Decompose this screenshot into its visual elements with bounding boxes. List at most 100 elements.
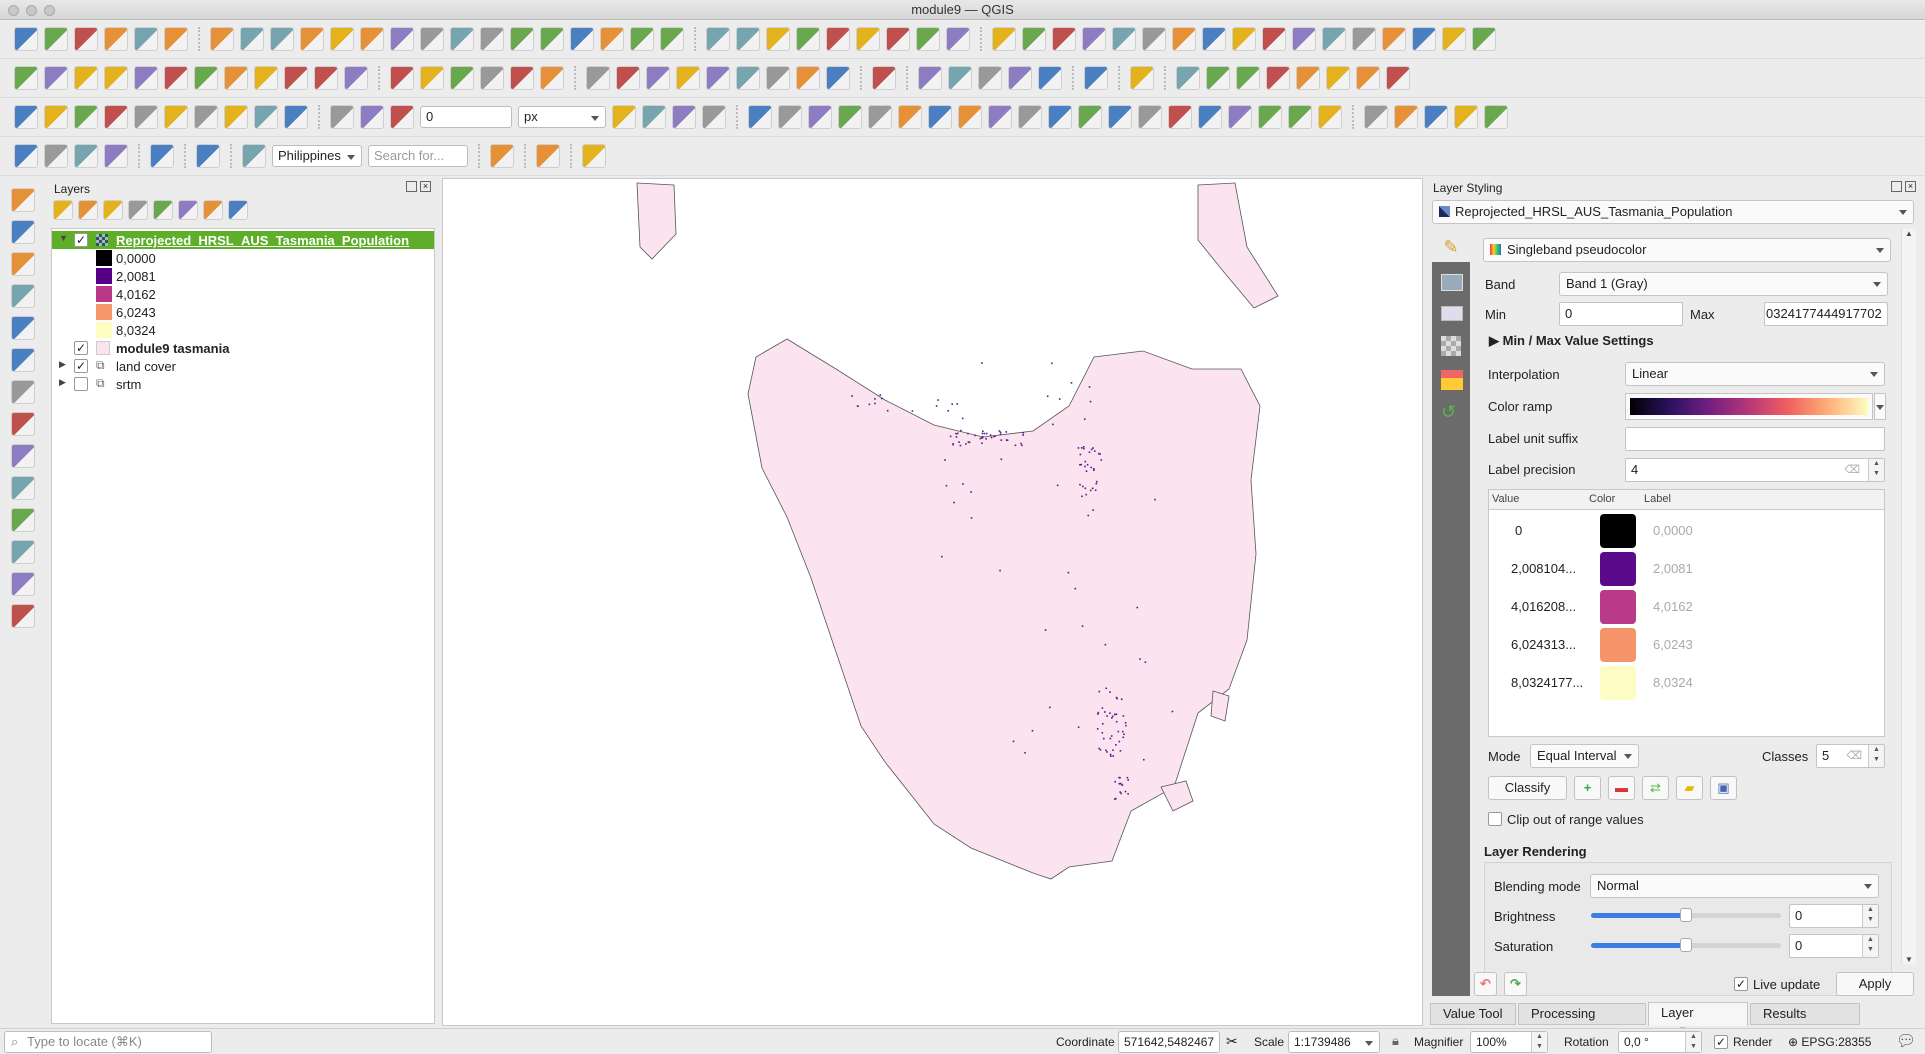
history-tab-icon[interactable]: ↺ bbox=[1441, 402, 1456, 423]
close-panel-icon[interactable]: × bbox=[1905, 181, 1916, 192]
digitize-13-icon[interactable] bbox=[1352, 27, 1376, 51]
pca-icon[interactable] bbox=[1168, 105, 1192, 129]
zoom-native-icon[interactable] bbox=[420, 27, 444, 51]
label-icon[interactable] bbox=[586, 66, 610, 90]
class-color-swatch[interactable] bbox=[1600, 552, 1636, 586]
snap-unit-select[interactable]: px bbox=[518, 106, 606, 128]
style-manager-icon[interactable] bbox=[164, 27, 188, 51]
load-colormap-button[interactable]: ▰ bbox=[1676, 776, 1703, 800]
crosshair-icon[interactable] bbox=[11, 604, 35, 628]
rendering-tab-icon[interactable] bbox=[1441, 336, 1461, 356]
deselect-icon[interactable] bbox=[44, 144, 68, 168]
add-virtual-icon[interactable] bbox=[11, 508, 35, 532]
table-row[interactable]: 2,008104... 2,0081 bbox=[1489, 550, 1884, 588]
print-layout-icon[interactable] bbox=[134, 27, 158, 51]
text-annotation-icon[interactable] bbox=[946, 27, 970, 51]
map-tips-icon[interactable] bbox=[886, 27, 910, 51]
info-green-icon[interactable] bbox=[1228, 105, 1252, 129]
column-header[interactable]: Label bbox=[1644, 493, 1671, 505]
save-edits-icon[interactable] bbox=[74, 66, 98, 90]
digitize-12-icon[interactable] bbox=[1322, 27, 1346, 51]
delete-selected-icon[interactable] bbox=[194, 66, 218, 90]
locator-search-input[interactable]: Search for... bbox=[368, 145, 468, 167]
saturation-input[interactable]: 0 ▲ ▼ bbox=[1789, 934, 1879, 958]
coordinate-input[interactable]: 571642,5482467 bbox=[1118, 1031, 1220, 1053]
paste-icon[interactable] bbox=[284, 66, 308, 90]
label-suffix-input[interactable] bbox=[1625, 427, 1885, 451]
zoom-in-icon[interactable] bbox=[270, 27, 294, 51]
add-class-button[interactable]: + bbox=[1574, 776, 1601, 800]
clear-icon[interactable]: ⌫ bbox=[1846, 745, 1862, 767]
select-point-icon[interactable] bbox=[104, 144, 128, 168]
gps-icon[interactable] bbox=[11, 572, 35, 596]
digitize-8-icon[interactable] bbox=[1202, 27, 1226, 51]
zoom-out-icon[interactable] bbox=[300, 27, 324, 51]
label-precision-input[interactable]: 4 ⌫ ▲ ▼ bbox=[1625, 458, 1885, 482]
openeo-icon[interactable] bbox=[1288, 105, 1312, 129]
globe-2-icon[interactable] bbox=[978, 66, 1002, 90]
class-value[interactable]: 4,016208... bbox=[1511, 599, 1576, 614]
class-value[interactable]: 8,0324177... bbox=[1511, 675, 1583, 690]
toggle-extents-icon[interactable]: ✂ bbox=[1226, 1033, 1238, 1050]
histogram-tab-icon[interactable] bbox=[1441, 306, 1463, 321]
add-gpx-icon[interactable] bbox=[11, 316, 35, 340]
bookmark-icon[interactable] bbox=[570, 27, 594, 51]
histogram-1-icon[interactable] bbox=[14, 105, 38, 129]
shield-icon[interactable] bbox=[150, 144, 174, 168]
magnifier-input[interactable]: 100% ▲ ▼ bbox=[1470, 1031, 1548, 1053]
expand-arrow-icon[interactable]: ▶ bbox=[59, 377, 66, 388]
filter-icon[interactable] bbox=[128, 200, 148, 220]
table-grid-icon[interactable] bbox=[1108, 105, 1132, 129]
pan-to-selection-icon[interactable] bbox=[240, 27, 264, 51]
refresh-icon[interactable] bbox=[660, 27, 684, 51]
class-color-swatch[interactable] bbox=[1600, 590, 1636, 624]
grid-icon[interactable] bbox=[1048, 105, 1072, 129]
table-row[interactable]: 0 0,0000 bbox=[1489, 512, 1884, 550]
snap-grid-icon[interactable] bbox=[390, 105, 414, 129]
toggle-editing-icon[interactable] bbox=[44, 66, 68, 90]
gamma-down-icon[interactable] bbox=[284, 105, 308, 129]
brightness-spinner[interactable]: ▲ ▼ bbox=[1862, 905, 1878, 927]
save-as-icon[interactable] bbox=[104, 27, 128, 51]
column-header[interactable]: Color bbox=[1589, 493, 1615, 505]
transparency-tab-icon[interactable] bbox=[1441, 274, 1463, 291]
rotation-spinner[interactable]: ▲ ▼ bbox=[1685, 1032, 1701, 1052]
style-1-icon[interactable] bbox=[1364, 105, 1388, 129]
edits-icon[interactable] bbox=[14, 66, 38, 90]
zoom-next-icon[interactable] bbox=[480, 27, 504, 51]
save-project-icon[interactable] bbox=[74, 27, 98, 51]
collapse-arrow-icon[interactable]: ▼ bbox=[59, 233, 68, 243]
class-color-swatch[interactable] bbox=[1600, 666, 1636, 700]
georeferencer-icon[interactable] bbox=[11, 540, 35, 564]
add-group-icon[interactable] bbox=[78, 200, 98, 220]
locator-icon[interactable] bbox=[242, 144, 266, 168]
number-123-icon[interactable] bbox=[1356, 66, 1380, 90]
map-canvas[interactable] bbox=[442, 178, 1423, 1026]
pyramids-tab-icon[interactable] bbox=[1441, 370, 1463, 390]
undo-style-button[interactable]: ↶ bbox=[1474, 972, 1497, 996]
temporal-icon[interactable] bbox=[630, 27, 654, 51]
snap-vertex-icon[interactable] bbox=[360, 105, 384, 129]
close-panel-icon[interactable]: × bbox=[420, 181, 431, 192]
messages-icon[interactable]: 💬︎ bbox=[1896, 1031, 1916, 1051]
vector-v-icon[interactable] bbox=[540, 66, 564, 90]
mode-select[interactable]: Equal Interval bbox=[1530, 744, 1639, 768]
digitize-1-icon[interactable] bbox=[992, 27, 1016, 51]
digitize-4-icon[interactable] bbox=[1082, 27, 1106, 51]
zoom-full-icon[interactable] bbox=[330, 27, 354, 51]
add-wfs-icon[interactable] bbox=[11, 444, 35, 468]
rotation-input[interactable]: 0,0 ° ▲ ▼ bbox=[1618, 1031, 1702, 1053]
recycle-icon[interactable] bbox=[1198, 105, 1222, 129]
label-1-icon[interactable] bbox=[706, 66, 730, 90]
add-vector-icon[interactable] bbox=[11, 188, 35, 212]
add-layer-icon[interactable] bbox=[390, 66, 414, 90]
digitize-2-icon[interactable] bbox=[1022, 27, 1046, 51]
snap-tolerance-input[interactable]: 0 bbox=[420, 106, 512, 128]
layer-item[interactable]: ✓ module9 tasmania bbox=[52, 339, 434, 357]
class-label[interactable]: 4,0162 bbox=[1653, 599, 1693, 614]
xy-icon[interactable] bbox=[1206, 66, 1230, 90]
digitize-6-icon[interactable] bbox=[1142, 27, 1166, 51]
layer-visibility-checkbox[interactable]: ✓ bbox=[74, 359, 88, 373]
label-4-icon[interactable] bbox=[796, 66, 820, 90]
gamma-up-icon[interactable] bbox=[254, 105, 278, 129]
